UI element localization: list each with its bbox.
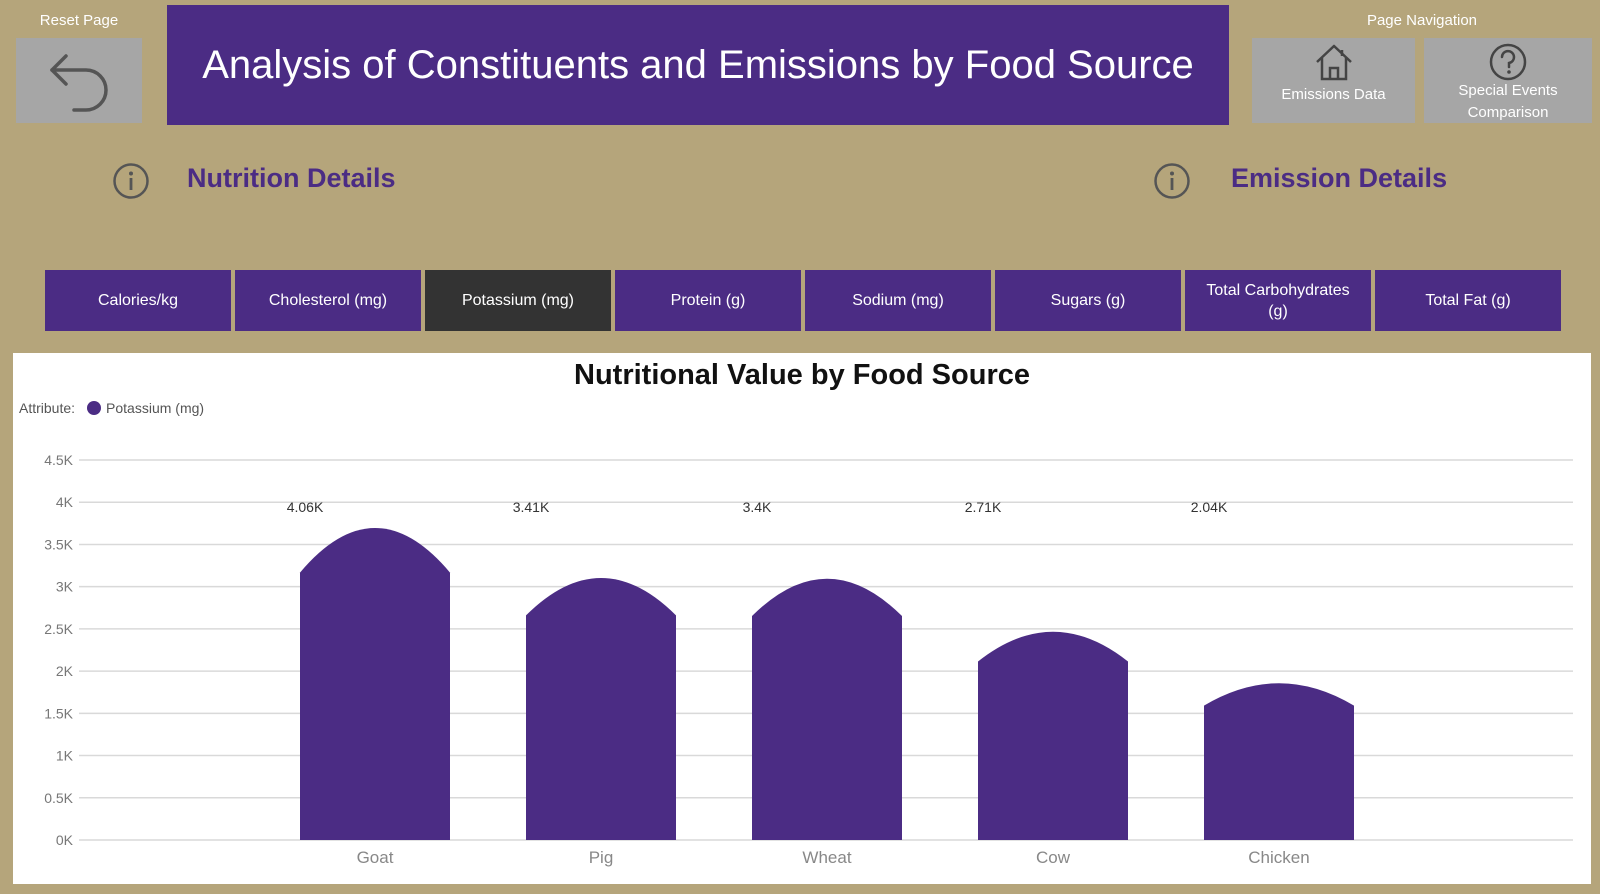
chart-svg: 0K 0.5K 1K 1.5K 2K 2.5K 3K 3.5K 4K 4.5K 4.06K Goat 3… (44, 452, 1573, 867)
y-tick-label: 2.5K (44, 621, 73, 637)
slicer-label: Sugars (g) (1050, 292, 1126, 309)
slicer-item-protein[interactable]: Protein (g) (615, 270, 801, 331)
data-label: 3.41K (513, 499, 550, 515)
slicer-label: Total Carbohydrates (1206, 281, 1350, 299)
back-arrow-icon (50, 54, 108, 112)
bar-cow[interactable] (978, 631, 1128, 840)
pig-silhouette (526, 577, 676, 840)
special-events-label-line1: Special Events (1458, 82, 1558, 99)
title-banner: Analysis of Constituents and Emissions b… (167, 5, 1229, 125)
slicer-label: Calories/kg (97, 292, 179, 309)
y-tick-label: 4K (56, 494, 74, 510)
home-icon (1316, 44, 1352, 81)
emissions-data-nav-button[interactable]: Emissions Data (1252, 38, 1415, 123)
special-events-nav-button[interactable]: Special Events Comparison (1424, 38, 1592, 123)
cow-silhouette (978, 631, 1128, 840)
bar-wheat[interactable] (752, 578, 902, 840)
chicken-silhouette (1204, 683, 1354, 840)
help-circle-icon (1489, 43, 1527, 81)
y-tick-label: 3K (56, 579, 74, 595)
bar-goat[interactable] (300, 528, 450, 840)
x-tick-label: Cow (1036, 848, 1071, 867)
slicer-item-sugars[interactable]: Sugars (g) (995, 270, 1181, 331)
y-tick-label: 3.5K (44, 536, 73, 552)
chart-legend: Attribute: Potassium (mg) (19, 400, 204, 416)
bar-chicken[interactable] (1204, 683, 1354, 840)
bar-pig[interactable] (526, 577, 676, 840)
y-tick-label: 2K (56, 663, 74, 679)
slicer-item-calories[interactable]: Calories/kg (45, 270, 231, 331)
slicer-label: Potassium (mg) (461, 292, 575, 309)
x-tick-label: Pig (589, 848, 614, 867)
legend-prefix: Attribute: (19, 400, 76, 416)
y-tick-label: 1.5K (44, 705, 73, 721)
data-label: 4.06K (287, 499, 324, 515)
tree-silhouette (752, 578, 902, 840)
emissions-data-label: Emissions Data (1281, 86, 1386, 103)
attribute-slicer: Calories/kg Cholesterol (mg) Potassium (… (45, 270, 1561, 331)
slicer-label: Total Fat (g) (1425, 292, 1511, 309)
slicer-label: Protein (g) (670, 292, 746, 309)
x-tick-label: Goat (357, 848, 394, 867)
slicer-item-total-carbohydrates[interactable]: Total Carbohydrates (g) (1185, 270, 1371, 331)
page-title: Analysis of Constituents and Emissions b… (202, 42, 1194, 87)
slicer-item-total-fat[interactable]: Total Fat (g) (1375, 270, 1561, 331)
slicer-label: Sodium (mg) (852, 292, 944, 309)
slicer-item-sodium[interactable]: Sodium (mg) (805, 270, 991, 331)
page-navigation-label: Page Navigation (1366, 12, 1478, 29)
reset-page-button[interactable] (16, 38, 142, 123)
y-tick-label: 0.5K (44, 790, 73, 806)
legend-series-name: Potassium (mg) (106, 400, 205, 416)
special-events-label-line2: Comparison (1467, 104, 1549, 121)
slicer-label: Cholesterol (mg) (268, 292, 388, 309)
nutrition-details-title: Nutrition Details (187, 163, 396, 193)
reset-page-label: Reset Page (39, 12, 119, 29)
data-label: 2.71K (965, 499, 1002, 515)
y-tick-label: 4.5K (44, 452, 73, 468)
data-label: 3.4K (743, 499, 772, 515)
x-tick-label: Chicken (1248, 848, 1309, 867)
chart-panel: 0K 0.5K 1K 1.5K 2K 2.5K 3K 3.5K 4K 4.5K 4.06K Goat 3… (13, 353, 1591, 884)
slicer-label: (g) (1268, 302, 1288, 320)
nutrition-info-icon[interactable] (112, 162, 150, 200)
slicer-item-potassium[interactable]: Potassium (mg) (425, 270, 611, 331)
emission-info-icon[interactable] (1153, 162, 1191, 200)
goat-silhouette (300, 528, 450, 840)
x-tick-label: Wheat (802, 848, 851, 867)
emission-details-title: Emission Details (1231, 163, 1448, 193)
data-label: 2.04K (1191, 499, 1228, 515)
y-tick-label: 0K (56, 832, 74, 848)
y-tick-label: 1K (56, 748, 74, 764)
slicer-item-cholesterol[interactable]: Cholesterol (mg) (235, 270, 421, 331)
chart-title: Nutritional Value by Food Source (574, 359, 1030, 391)
legend-marker (87, 401, 102, 415)
